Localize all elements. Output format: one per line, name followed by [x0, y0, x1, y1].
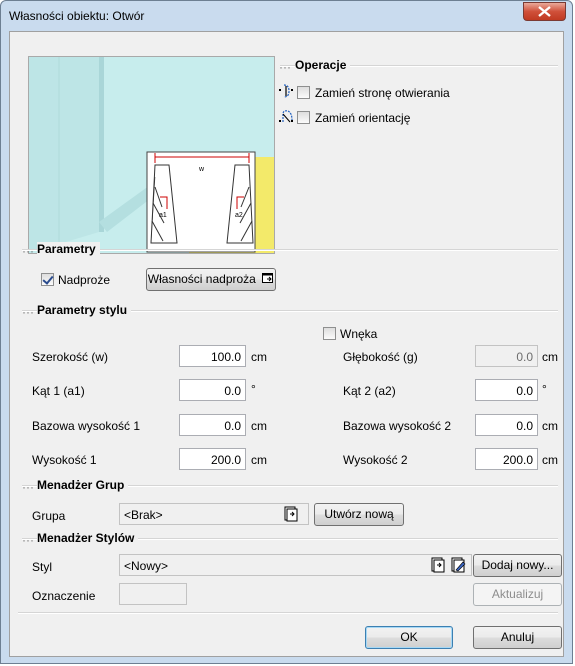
group-label: Grupa	[32, 509, 66, 523]
depth-label: Głębokość (g)	[343, 350, 418, 364]
parameters-section-dots: ···	[22, 244, 34, 258]
parameters-section-title: Parametry	[37, 242, 100, 256]
width-field[interactable]: 100.0	[179, 345, 246, 367]
open-dialog-icon	[262, 273, 274, 283]
swap-opening-side-label: Zamień stronę otwierania	[315, 86, 450, 100]
height1-label: Wysokość 1	[32, 453, 97, 467]
style-value: <Nowy>	[124, 559, 169, 573]
dimension-w-label: w	[198, 166, 205, 173]
dimension-a2-label: a2	[235, 212, 243, 219]
select-group-icon[interactable]	[283, 506, 299, 522]
height2-unit: cm	[542, 453, 558, 467]
dimension-a1-label: a1	[159, 212, 167, 219]
title-bar[interactable]: Własności obiektu: Otwór	[1, 1, 572, 31]
cancel-button[interactable]: Anuluj	[473, 626, 562, 649]
edit-style-icon[interactable]	[450, 557, 466, 573]
lintel-properties-button[interactable]: Własności nadproża	[146, 268, 276, 291]
close-button[interactable]	[523, 2, 566, 21]
base-height1-unit: cm	[251, 419, 267, 433]
swap-opening-side-checkbox[interactable]	[297, 86, 310, 99]
update-style-button-label: Aktualizuj	[491, 587, 544, 601]
angle1-field[interactable]: 0.0	[179, 379, 246, 401]
close-icon	[538, 6, 551, 17]
operations-section-dots: ···	[279, 60, 291, 74]
height1-unit: cm	[251, 453, 267, 467]
niche-label: Wnęka	[340, 327, 378, 341]
style-manager-section-dots: ···	[22, 533, 34, 547]
group-manager-section-title: Menadżer Grup	[37, 478, 129, 492]
group-manager-section-dots: ···	[22, 480, 34, 494]
lintel-label: Nadproże	[58, 273, 111, 287]
lintel-properties-button-label: Własności nadproża	[147, 272, 256, 286]
dialog-body: w a1 a2 ··· Operacje Zamień stronę otwie…	[9, 31, 564, 657]
angle2-field[interactable]: 0.0	[475, 379, 538, 401]
update-style-button[interactable]: Aktualizuj	[473, 583, 562, 606]
base-height2-field[interactable]: 0.0	[475, 414, 538, 436]
angle2-unit: °	[542, 382, 547, 396]
operations-section-title: Operacje	[295, 58, 351, 72]
create-group-button[interactable]: Utwórz nową	[314, 503, 404, 526]
style-label: Styl	[32, 560, 53, 574]
create-group-button-label: Utwórz nową	[324, 507, 394, 521]
swap-opening-side-icon	[279, 84, 293, 98]
width-unit: cm	[251, 350, 267, 364]
depth-field[interactable]: 0.0	[475, 345, 538, 367]
group-field[interactable]: <Brak>	[119, 503, 309, 525]
angle1-unit: °	[251, 382, 256, 396]
style-parameters-section-title: Parametry stylu	[37, 303, 132, 317]
designation-label: Oznaczenie	[32, 589, 96, 603]
base-height2-label: Bazowa wysokość 2	[343, 419, 452, 433]
base-height1-label: Bazowa wysokość 1	[32, 419, 141, 433]
ok-button-label: OK	[400, 630, 418, 644]
select-style-icon[interactable]	[430, 557, 446, 573]
width-label: Szerokość (w)	[32, 350, 109, 364]
add-style-button[interactable]: Dodaj nowy...	[473, 554, 562, 577]
height1-field[interactable]: 200.0	[179, 448, 246, 470]
ok-button[interactable]: OK	[365, 626, 453, 649]
designation-field[interactable]	[119, 583, 187, 605]
swap-orientation-checkbox[interactable]	[297, 111, 310, 124]
opening-preview: w a1 a2	[28, 56, 275, 254]
angle2-label: Kąt 2 (a2)	[343, 384, 396, 398]
cancel-button-label: Anuluj	[500, 630, 535, 644]
angle1-label: Kąt 1 (a1)	[32, 384, 85, 398]
parameters-section-line	[22, 249, 558, 251]
style-parameters-section-dots: ···	[22, 305, 34, 319]
add-style-button-label: Dodaj nowy...	[481, 558, 554, 572]
lintel-checkbox[interactable]	[41, 273, 54, 286]
height2-field[interactable]: 200.0	[475, 448, 538, 470]
height2-label: Wysokość 2	[343, 453, 408, 467]
window-title: Własności obiektu: Otwór	[9, 9, 145, 23]
base-height2-unit: cm	[542, 419, 558, 433]
depth-unit: cm	[542, 350, 558, 364]
opening-preview-drawing: w a1 a2	[29, 57, 274, 253]
footer-separator	[18, 612, 558, 614]
niche-checkbox[interactable]	[323, 327, 336, 340]
swap-orientation-label: Zamień orientację	[315, 111, 411, 125]
group-value: <Brak>	[124, 508, 163, 522]
style-manager-section-title: Menadżer Stylów	[37, 531, 139, 545]
dialog-window: Własności obiektu: Otwór w a1 a2 ··· Ope…	[0, 0, 573, 664]
base-height1-field[interactable]: 0.0	[179, 414, 246, 436]
swap-orientation-icon	[279, 110, 293, 123]
style-field[interactable]: <Nowy>	[119, 554, 472, 576]
